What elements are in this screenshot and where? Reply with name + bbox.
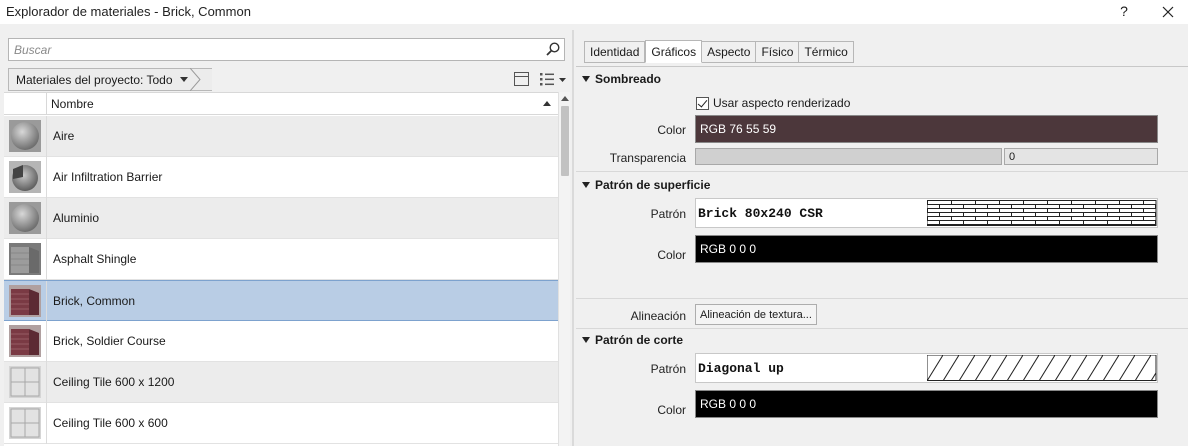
list-scrollbar[interactable]: [558, 92, 570, 446]
title-bar: Explorador de materiales - Brick, Common…: [0, 0, 1188, 24]
tab-graficos[interactable]: Gráficos: [645, 40, 703, 63]
material-thumbnail-icon: [9, 285, 41, 317]
section-cut-pattern[interactable]: Patrón de corte: [582, 331, 683, 349]
use-render-appearance-checkbox[interactable]: Usar aspecto renderizado: [696, 96, 850, 110]
material-thumbnail-icon: [9, 120, 41, 152]
transparency-slider[interactable]: [695, 148, 1002, 165]
surface-pattern-field[interactable]: Brick 80x240 CSR: [695, 198, 1158, 228]
search-box: [8, 38, 565, 61]
transparency-label: Transparencia: [609, 151, 686, 165]
material-thumbnail-icon: [9, 161, 41, 193]
editor-tabs: Identidad Gráficos Aspecto Físico Térmic…: [584, 40, 854, 63]
tab-aspecto[interactable]: Aspecto: [702, 41, 757, 63]
surface-pattern-name: Brick 80x240 CSR: [698, 206, 823, 221]
tab-termico[interactable]: Térmico: [799, 41, 854, 63]
graphics-properties: Sombreado Usar aspecto renderizado Color…: [576, 66, 1188, 446]
search-icon[interactable]: [545, 41, 561, 57]
material-name: Brick, Soldier Course: [53, 334, 166, 348]
material-thumbnail-icon: [9, 407, 41, 439]
material-editor-panel: Identidad Gráficos Aspecto Físico Térmic…: [576, 30, 1188, 446]
surface-color-swatch[interactable]: RGB 0 0 0: [695, 235, 1158, 263]
material-name: Asphalt Shingle: [53, 252, 137, 266]
list-item[interactable]: Ceiling Tile 600 x 600: [4, 403, 558, 444]
project-materials-filter[interactable]: Materiales del proyecto: Todo: [8, 68, 212, 91]
shading-color-label: Color: [657, 123, 686, 137]
material-name: Ceiling Tile 600 x 1200: [53, 375, 175, 389]
material-thumbnail-icon: [9, 366, 41, 398]
search-input[interactable]: [9, 39, 529, 60]
diagonal-pattern-preview-icon: [927, 355, 1157, 381]
material-list: Nombre Aire Air Infiltration Barrier Alumi…: [4, 92, 558, 446]
breadcrumb-arrow-icon: [190, 68, 201, 91]
section-shading[interactable]: Sombreado: [582, 70, 661, 88]
material-name: Air Infiltration Barrier: [53, 170, 163, 184]
scrollbar-thumb[interactable]: [561, 106, 569, 176]
list-item[interactable]: Brick, Common: [4, 280, 558, 322]
list-item[interactable]: Ceiling Tile 600 x 1200: [4, 362, 558, 403]
tab-identidad[interactable]: Identidad: [584, 41, 646, 63]
material-name: Ceiling Tile 600 x 600: [53, 416, 168, 430]
collapse-triangle-icon: [582, 337, 590, 343]
list-item[interactable]: Brick, Soldier Course: [4, 321, 558, 362]
shading-color-swatch[interactable]: RGB 76 55 59: [695, 115, 1158, 143]
cut-pattern-name: Diagonal up: [698, 361, 784, 376]
cut-color-label: Color: [657, 403, 686, 417]
checkbox-checked-icon: [696, 96, 709, 110]
window-title: Explorador de materiales - Brick, Common: [6, 4, 251, 19]
filter-bar: Materiales del proyecto: Todo: [4, 68, 570, 91]
material-name: Aluminio: [53, 211, 100, 225]
material-name: Aire: [53, 129, 75, 143]
list-item[interactable]: Air Infiltration Barrier: [4, 157, 558, 198]
material-thumbnail-icon: [9, 325, 41, 357]
chevron-down-icon: [179, 77, 188, 82]
scroll-up-icon[interactable]: [561, 96, 569, 101]
transparency-value-field[interactable]: 0: [1004, 148, 1158, 165]
collapse-triangle-icon: [582, 76, 590, 82]
surface-color-label: Color: [657, 248, 686, 262]
list-view-options-icon[interactable]: [539, 71, 567, 87]
tab-fisico[interactable]: Físico: [756, 41, 800, 63]
material-name: Brick, Common: [53, 294, 136, 308]
list-item[interactable]: Aluminio: [4, 198, 558, 239]
close-icon: [1162, 6, 1174, 18]
panel-splitter[interactable]: [572, 30, 574, 446]
list-header: Nombre: [4, 93, 558, 115]
list-item[interactable]: Aire: [4, 116, 558, 157]
surface-pattern-label: Patrón: [650, 207, 686, 221]
material-thumbnail-icon: [9, 202, 41, 234]
section-surface-pattern[interactable]: Patrón de superficie: [582, 176, 710, 194]
material-browser-panel: Materiales del proyecto: Todo Nombre Air…: [0, 30, 572, 446]
sort-ascending-icon[interactable]: [543, 101, 551, 106]
help-button[interactable]: ?: [1114, 2, 1134, 22]
texture-alignment-button[interactable]: Alineación de textura...: [695, 304, 817, 325]
collapse-triangle-icon: [582, 182, 590, 188]
column-header-name[interactable]: Nombre: [51, 97, 94, 111]
panel-layout-icon[interactable]: [514, 72, 529, 86]
brick-pattern-preview-icon: [927, 200, 1157, 226]
filter-label: Materiales del proyecto: Todo: [16, 72, 173, 87]
cut-color-swatch[interactable]: RGB 0 0 0: [695, 390, 1158, 418]
alignment-label: Alineación: [630, 309, 686, 323]
cut-pattern-field[interactable]: Diagonal up: [695, 353, 1158, 383]
list-item[interactable]: Asphalt Shingle: [4, 239, 558, 280]
close-button[interactable]: [1158, 2, 1178, 22]
material-thumbnail-icon: [9, 243, 41, 275]
material-rows: Aire Air Infiltration Barrier Aluminio Asph…: [4, 116, 558, 444]
cut-pattern-label: Patrón: [650, 362, 686, 376]
